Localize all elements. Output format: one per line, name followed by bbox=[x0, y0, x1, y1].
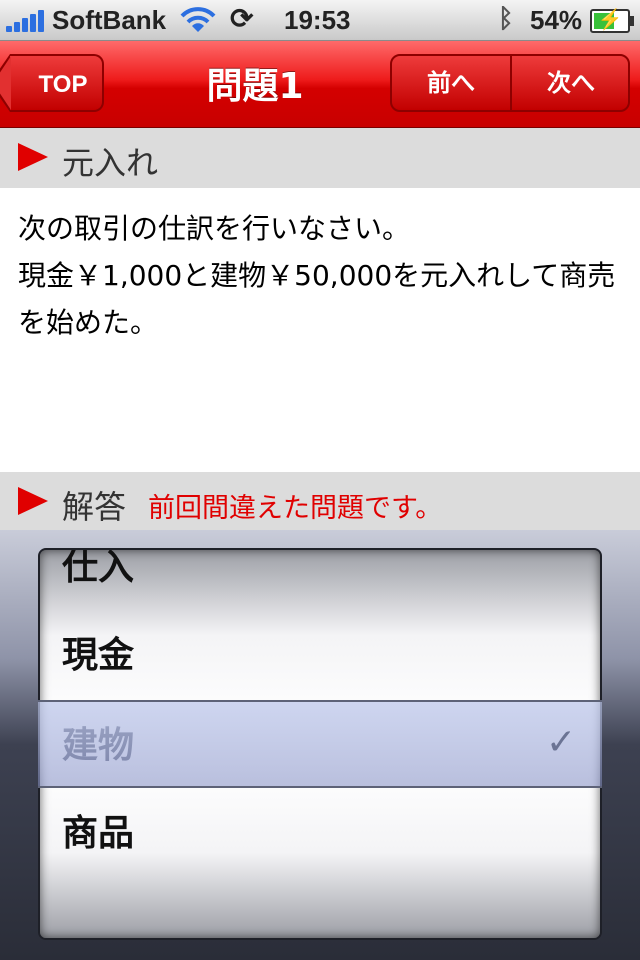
picker-item[interactable]: 現金 bbox=[62, 626, 134, 678]
picker-item[interactable]: 商品 bbox=[62, 804, 134, 856]
carrier-name: SoftBank bbox=[52, 5, 167, 35]
wifi-icon bbox=[180, 7, 216, 32]
question-body: 現金￥1,000と建物￥50,000を元入れして商売を始めた。 bbox=[18, 259, 616, 339]
section-header-topic: 元入れ bbox=[0, 128, 640, 188]
battery-charging-icon: ⚡ bbox=[590, 9, 634, 33]
navigation-bar: TOP 問題1 前へ 次へ bbox=[0, 41, 640, 128]
status-time: 19:53 bbox=[284, 5, 351, 35]
section-header-answer: 解答 前回間違えた問題です。 bbox=[0, 472, 640, 532]
battery-percent: 54% bbox=[530, 5, 583, 35]
prev-button[interactable]: 前へ bbox=[392, 56, 512, 110]
sync-icon: ⟳ bbox=[230, 3, 254, 34]
checkmark-icon: ✓ bbox=[546, 722, 577, 763]
status-bar: SoftBank ⟳ 19:53 ᛒ 54% ⚡ bbox=[0, 0, 640, 41]
question-text: 次の取引の仕訳を行いなさい。 現金￥1,000と建物￥50,000を元入れして商… bbox=[18, 205, 622, 346]
section-answer-label: 解答 bbox=[62, 488, 127, 526]
signal-icon bbox=[6, 10, 48, 32]
question-instruction: 次の取引の仕訳を行いなさい。 bbox=[18, 212, 411, 245]
previously-wrong-note: 前回間違えた問題です。 bbox=[148, 493, 443, 524]
back-arrow-icon bbox=[0, 54, 11, 112]
next-button[interactable]: 次へ bbox=[512, 56, 628, 110]
page-title: 問題1 bbox=[206, 66, 304, 107]
back-button-label: TOP bbox=[38, 71, 88, 98]
bluetooth-icon: ᛒ bbox=[498, 3, 514, 33]
picker-item[interactable]: 仕入 bbox=[62, 550, 134, 590]
picker-selection-bar bbox=[38, 700, 602, 788]
red-triangle-icon bbox=[18, 487, 48, 515]
prev-next-segmented-control: 前へ 次へ bbox=[390, 54, 630, 112]
red-triangle-icon bbox=[18, 143, 48, 171]
section-topic-label: 元入れ bbox=[62, 144, 159, 182]
top-back-button[interactable]: TOP bbox=[0, 54, 104, 112]
